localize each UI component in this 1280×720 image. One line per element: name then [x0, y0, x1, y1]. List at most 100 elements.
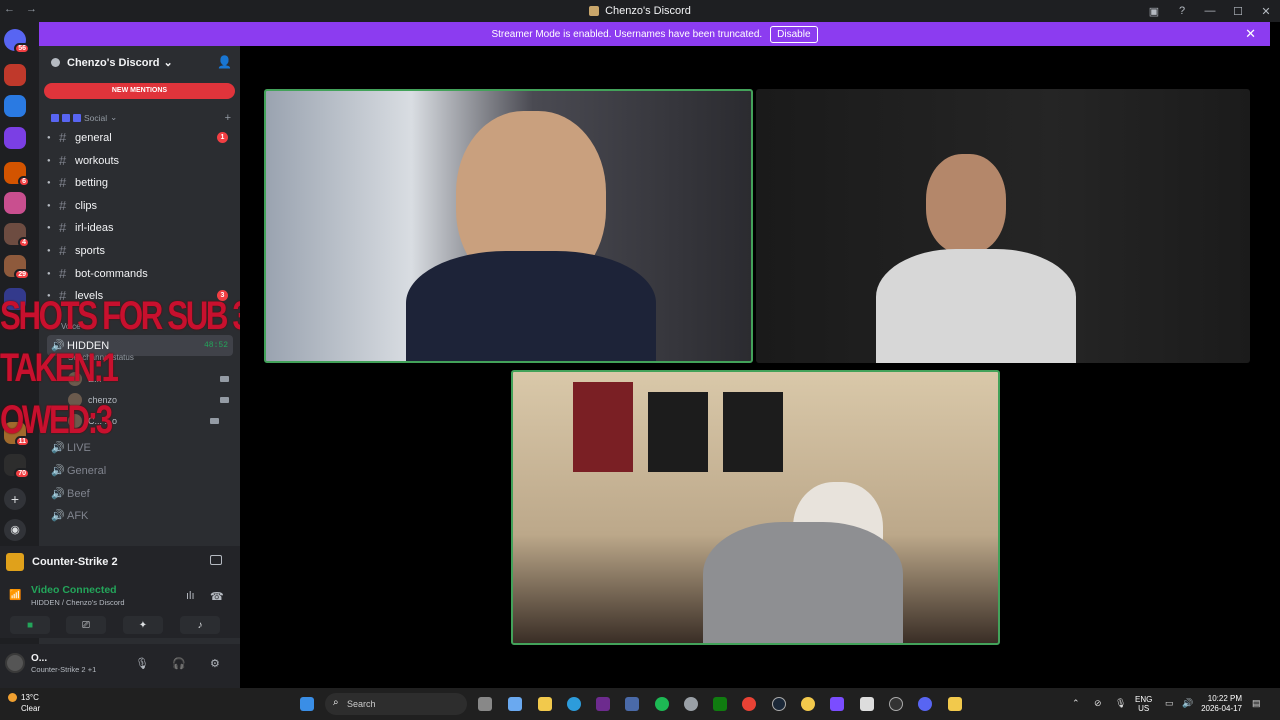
channel-betting[interactable]: ● # betting	[47, 172, 233, 193]
voice-user[interactable]: chenzo	[68, 393, 231, 407]
weather-desc: Clear	[21, 704, 41, 713]
home-dm-icon[interactable]: 56	[4, 29, 30, 54]
user-name[interactable]: O...	[31, 653, 47, 664]
channel-label: bot-commands	[75, 267, 148, 280]
server-icon-active[interactable]	[4, 127, 26, 149]
video-tile-1[interactable]	[264, 89, 753, 363]
channel-irl-ideas[interactable]: ● # irl-ideas	[47, 217, 233, 238]
create-channel-icon[interactable]: +	[225, 112, 231, 124]
steam-icon[interactable]	[772, 697, 786, 711]
camera-button[interactable]: ■	[10, 616, 50, 634]
inbox-icon[interactable]: ▣	[1140, 5, 1168, 18]
voice-status-title[interactable]: Video Connected	[31, 584, 117, 596]
server-icon[interactable]: 4	[4, 223, 30, 248]
app-icon[interactable]	[860, 697, 874, 711]
app-icon[interactable]	[596, 697, 610, 711]
channel-workouts[interactable]: ● # workouts	[47, 150, 233, 171]
soundboard-button[interactable]: ♪	[180, 616, 220, 634]
server-header[interactable]: Chenzo's Discord ⌄ 👤	[39, 46, 240, 79]
stream-screen-icon[interactable]	[210, 555, 222, 565]
edge-browser-icon[interactable]	[567, 697, 581, 711]
xbox-icon[interactable]	[713, 697, 727, 711]
server-icon[interactable]: 6	[4, 162, 30, 187]
settings-gear-icon[interactable]: ⚙	[210, 657, 220, 670]
server-icon[interactable]	[4, 192, 26, 214]
headphones-icon[interactable]: 🎧	[172, 657, 186, 670]
chrome-icon[interactable]	[742, 697, 756, 711]
server-icon[interactable]: 70	[4, 454, 30, 479]
discord-icon[interactable]	[918, 697, 932, 711]
taskbar-search[interactable]: ⌕ Search	[325, 693, 467, 715]
voice-category-label[interactable]: Voice	[61, 322, 81, 331]
microphone-tray-icon[interactable]: 🎙	[1115, 698, 1126, 709]
new-mentions-pill[interactable]: NEW MENTIONS	[44, 83, 235, 99]
weather-widget[interactable]: 13°C Clear	[8, 692, 40, 714]
obs-icon[interactable]	[889, 697, 903, 711]
participant-figure	[406, 251, 656, 361]
task-view-icon[interactable]	[478, 697, 492, 711]
video-tile-3[interactable]	[511, 370, 1000, 645]
avatar[interactable]	[5, 653, 25, 673]
activities-button[interactable]: ✦	[123, 616, 163, 634]
app-icon[interactable]	[948, 697, 962, 711]
noise-suppression-icon[interactable]: ılı	[186, 590, 195, 602]
clock[interactable]: 10:22 PM 2026-04-17	[1182, 694, 1242, 714]
notifications-icon[interactable]: ▤	[1252, 698, 1261, 709]
chevron-up-icon[interactable]: ⌃	[1072, 698, 1080, 709]
signal-icon[interactable]: 📶	[9, 590, 21, 601]
network-icon[interactable]: ⊘	[1094, 698, 1102, 709]
back-forward-icon[interactable]: ← →	[4, 3, 41, 15]
voice-channel-beef[interactable]: 🔊 Beef	[47, 483, 233, 504]
video-tile-2[interactable]	[756, 89, 1250, 363]
minimize-button[interactable]: —	[1196, 5, 1224, 17]
voice-status-location[interactable]: HIDDEN / Chenzo's Discord	[31, 598, 125, 607]
voice-user[interactable]: E...	[68, 372, 231, 386]
emoji-icon	[73, 113, 81, 122]
settings-app-icon[interactable]	[684, 697, 698, 711]
set-channel-status[interactable]: Set channel status	[68, 353, 134, 362]
video-grid	[240, 46, 1280, 688]
invite-icon[interactable]: 👤	[217, 55, 232, 69]
channel-sports[interactable]: ● # sports	[47, 240, 233, 261]
channel-bot-commands[interactable]: ● # bot-commands	[47, 263, 233, 284]
display-icon[interactable]: ▭	[1165, 698, 1174, 709]
add-server-icon[interactable]: +	[4, 488, 26, 510]
unread-indicator: ●	[47, 292, 51, 299]
app-icon[interactable]	[801, 697, 815, 711]
channel-general[interactable]: ● # general 1	[47, 127, 233, 148]
channel-label: irl-ideas	[75, 221, 114, 234]
discover-icon[interactable]: ◉	[4, 519, 26, 541]
disable-streamer-mode-button[interactable]: Disable	[770, 25, 818, 43]
channel-levels[interactable]: ● # levels 3	[47, 285, 233, 306]
spotify-icon[interactable]	[655, 697, 669, 711]
copilot-icon[interactable]	[508, 697, 522, 711]
language-indicator[interactable]: ENG US	[1135, 695, 1152, 713]
app-icon[interactable]	[625, 697, 639, 711]
microphone-icon[interactable]: 🎙	[135, 657, 149, 670]
dm-badge: 56	[14, 43, 30, 54]
server-icon[interactable]	[4, 288, 26, 310]
disconnect-icon[interactable]: ☎	[210, 590, 224, 603]
close-banner-icon[interactable]: ✕	[1245, 26, 1256, 42]
voice-channel-afk[interactable]: 🔊 AFK	[47, 505, 233, 526]
close-window-button[interactable]: ✕	[1252, 5, 1280, 18]
file-explorer-icon[interactable]	[538, 697, 552, 711]
window-title: Chenzo's Discord	[605, 5, 691, 17]
channel-clips[interactable]: ● # clips	[47, 195, 233, 216]
help-icon[interactable]: ?	[1168, 5, 1196, 17]
voice-channel-live[interactable]: 🔊 LIVE	[47, 437, 233, 458]
voice-user[interactable]: C... ...o	[68, 414, 231, 428]
category-social[interactable]: Social ⌄ +	[51, 112, 231, 124]
server-icon[interactable]	[4, 64, 26, 86]
voice-channel-label: General	[67, 464, 107, 477]
maximize-button[interactable]: ☐	[1224, 5, 1252, 18]
app-icon[interactable]	[830, 697, 844, 711]
start-menu-icon[interactable]	[300, 697, 314, 711]
activity-panel[interactable]: Counter-Strike 2	[0, 546, 240, 578]
server-icon[interactable]: 29	[4, 255, 30, 280]
server-icon[interactable]	[4, 95, 26, 117]
hash-icon: #	[59, 266, 67, 281]
server-icon[interactable]: 11	[4, 422, 30, 447]
voice-channel-general[interactable]: 🔊 General	[47, 460, 233, 481]
screen-share-button[interactable]: ⎚	[66, 616, 106, 634]
